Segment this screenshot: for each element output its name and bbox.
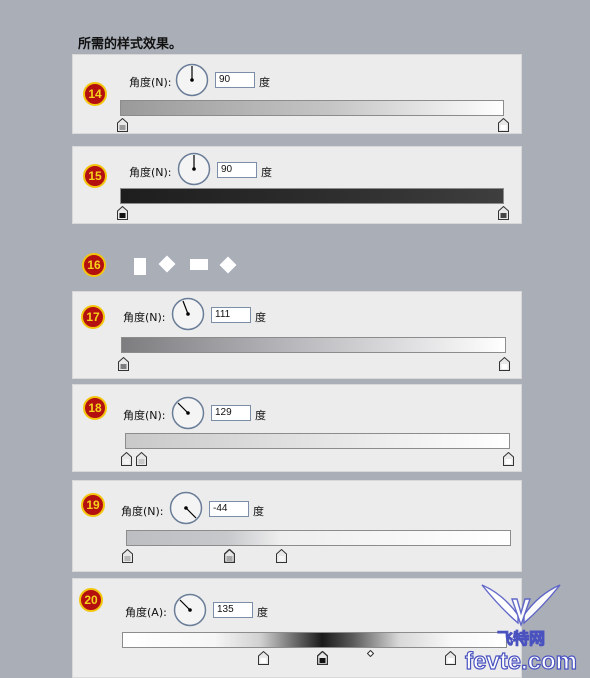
step-badge-17: 17 [81,305,105,329]
angle-input[interactable]: 129 [211,405,251,421]
angle-dial[interactable] [177,152,211,186]
step-badge-16: 16 [82,253,106,277]
color-stop[interactable] [498,118,509,132]
degree-unit: 度 [255,409,266,422]
gradient-bar[interactable] [126,530,511,546]
angle-label: 角度(A): [125,606,167,619]
gradient-panel-14: 14 角度(N): 90 度 [72,54,522,134]
step-badge-20: 20 [79,588,103,612]
angle-dial[interactable] [169,491,203,525]
gradient-bar[interactable] [120,100,504,116]
color-stop[interactable] [317,651,328,665]
gradient-bar[interactable] [120,188,504,204]
angle-dial[interactable] [175,63,209,97]
watermark-brand: 飞特网 [497,629,545,648]
gradient-bar[interactable] [122,632,507,648]
step-badge-19: 19 [81,493,105,517]
gradient-panel-20: 20 角度(A): 135 度 [72,578,522,678]
color-stop[interactable] [118,357,129,371]
color-stop[interactable] [258,651,269,665]
step-badge-15: 15 [83,164,107,188]
color-stop[interactable] [498,206,509,220]
color-stop[interactable] [117,118,128,132]
gradient-bar[interactable] [125,433,510,449]
white-diamond [158,255,176,273]
white-rectangle-vertical [134,258,146,275]
gradient-midpoint[interactable] [367,650,374,657]
angle-input[interactable]: -44 [209,501,249,517]
color-stop[interactable] [117,206,128,220]
angle-input[interactable]: 90 [217,162,257,178]
gradient-bar[interactable] [121,337,506,353]
degree-unit: 度 [257,606,268,619]
angle-label: 角度(N): [129,76,172,89]
color-stop[interactable] [121,452,132,466]
color-stop[interactable] [136,452,147,466]
color-stop[interactable] [499,357,510,371]
step-badge-18: 18 [83,396,107,420]
angle-label: 角度(N): [121,505,164,518]
color-stop[interactable] [122,549,133,563]
degree-unit: 度 [253,505,264,518]
gradient-panel-15: 15 角度(N): 90 度 [72,146,522,224]
angle-input[interactable]: 111 [211,307,251,323]
fevte-watermark-logo: 飞特网 fevte.com [464,584,578,676]
gradient-panel-19: 19 角度(N): -44 度 [72,480,522,572]
color-stop[interactable] [503,452,514,466]
angle-dial[interactable] [173,593,207,627]
page-heading: 所需的样式效果。 [78,37,183,52]
white-diamond [219,256,237,274]
angle-input[interactable]: 90 [215,72,255,88]
angle-label: 角度(N): [129,166,172,179]
angle-label: 角度(N): [123,311,166,324]
step-badge-14: 14 [83,82,107,106]
gradient-panel-17: 17 角度(N): 111 度 [72,291,522,379]
angle-input[interactable]: 135 [213,602,253,618]
degree-unit: 度 [261,166,272,179]
watermark-site: fevte.com [465,648,577,675]
angle-dial[interactable] [171,396,205,430]
gradient-panel-18: 18 角度(N): 129 度 [72,384,522,472]
color-stop[interactable] [445,651,456,665]
degree-unit: 度 [259,76,270,89]
angle-label: 角度(N): [123,409,166,422]
white-rectangle-horizontal [190,259,208,270]
angle-dial[interactable] [171,297,205,331]
color-stop[interactable] [276,549,287,563]
color-stop[interactable] [224,549,235,563]
degree-unit: 度 [255,311,266,324]
